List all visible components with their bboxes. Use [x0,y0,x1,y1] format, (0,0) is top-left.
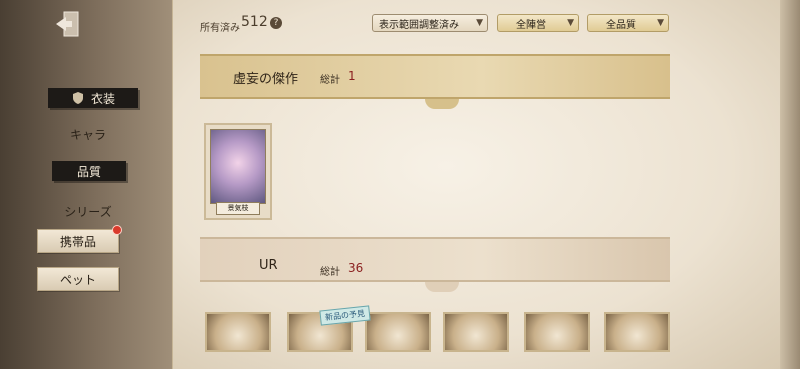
card-artwork [210,129,266,204]
dropdown-value: 表示範囲調整済み [379,19,459,31]
sidebar-item-pet[interactable]: ペット [37,267,119,291]
outfit-thumbnail[interactable] [524,312,590,352]
total-value: 1 [348,69,356,83]
page-edge [780,0,800,369]
sidebar-item-character[interactable]: キャラ [48,124,128,144]
sidebar-item-outfit[interactable]: 衣装 [48,88,138,108]
outfit-thumbnail[interactable] [443,312,509,352]
section-notch [425,99,459,109]
outfit-thumbnail[interactable] [365,312,431,352]
notification-badge [112,225,122,235]
section-title: 虚妄の傑作 [233,72,299,87]
owned-count: 512 [241,14,268,30]
sidebar-item-label: 携帯品 [59,234,96,249]
faction-dropdown[interactable]: 全陣営 ▼ [497,14,579,32]
sidebar-item-label: 衣装 [90,91,115,106]
outfit-thumbnail[interactable] [205,312,271,352]
section-notch [425,282,459,292]
help-icon[interactable]: ? [270,17,282,29]
dropdown-value: 全品質 [606,19,636,31]
section-title: UR [259,258,278,273]
card-label: 景気枝 [216,202,260,215]
sidebar-item-label: 品質 [76,164,101,179]
sidebar-item-series[interactable]: シリーズ [48,201,128,221]
outfit-thumbnail[interactable] [604,312,670,352]
owned-label: 所有済み [200,23,240,34]
left-panel [0,0,172,369]
sidebar-item-quality[interactable]: 品質 [52,161,126,181]
sidebar-item-label: シリーズ [64,204,112,219]
chevron-down-icon: ▼ [476,18,483,28]
chevron-down-icon: ▼ [657,18,664,28]
sidebar-item-label: キャラ [69,127,106,142]
sidebar-item-accessories[interactable]: 携帯品 [37,229,119,253]
total-label: 総計 [320,267,340,278]
dropdown-value: 全陣営 [516,19,546,31]
total-value: 36 [348,261,364,275]
outfit-card[interactable]: 景気枝 [204,123,272,220]
quality-dropdown[interactable]: 全品質 ▼ [587,14,669,32]
exit-door-icon[interactable] [52,8,84,40]
sidebar-item-label: ペット [59,272,96,287]
display-range-dropdown[interactable]: 表示範囲調整済み ▼ [372,14,488,32]
total-label: 総計 [320,75,340,86]
shield-icon [72,92,83,104]
chevron-down-icon: ▼ [567,18,574,28]
